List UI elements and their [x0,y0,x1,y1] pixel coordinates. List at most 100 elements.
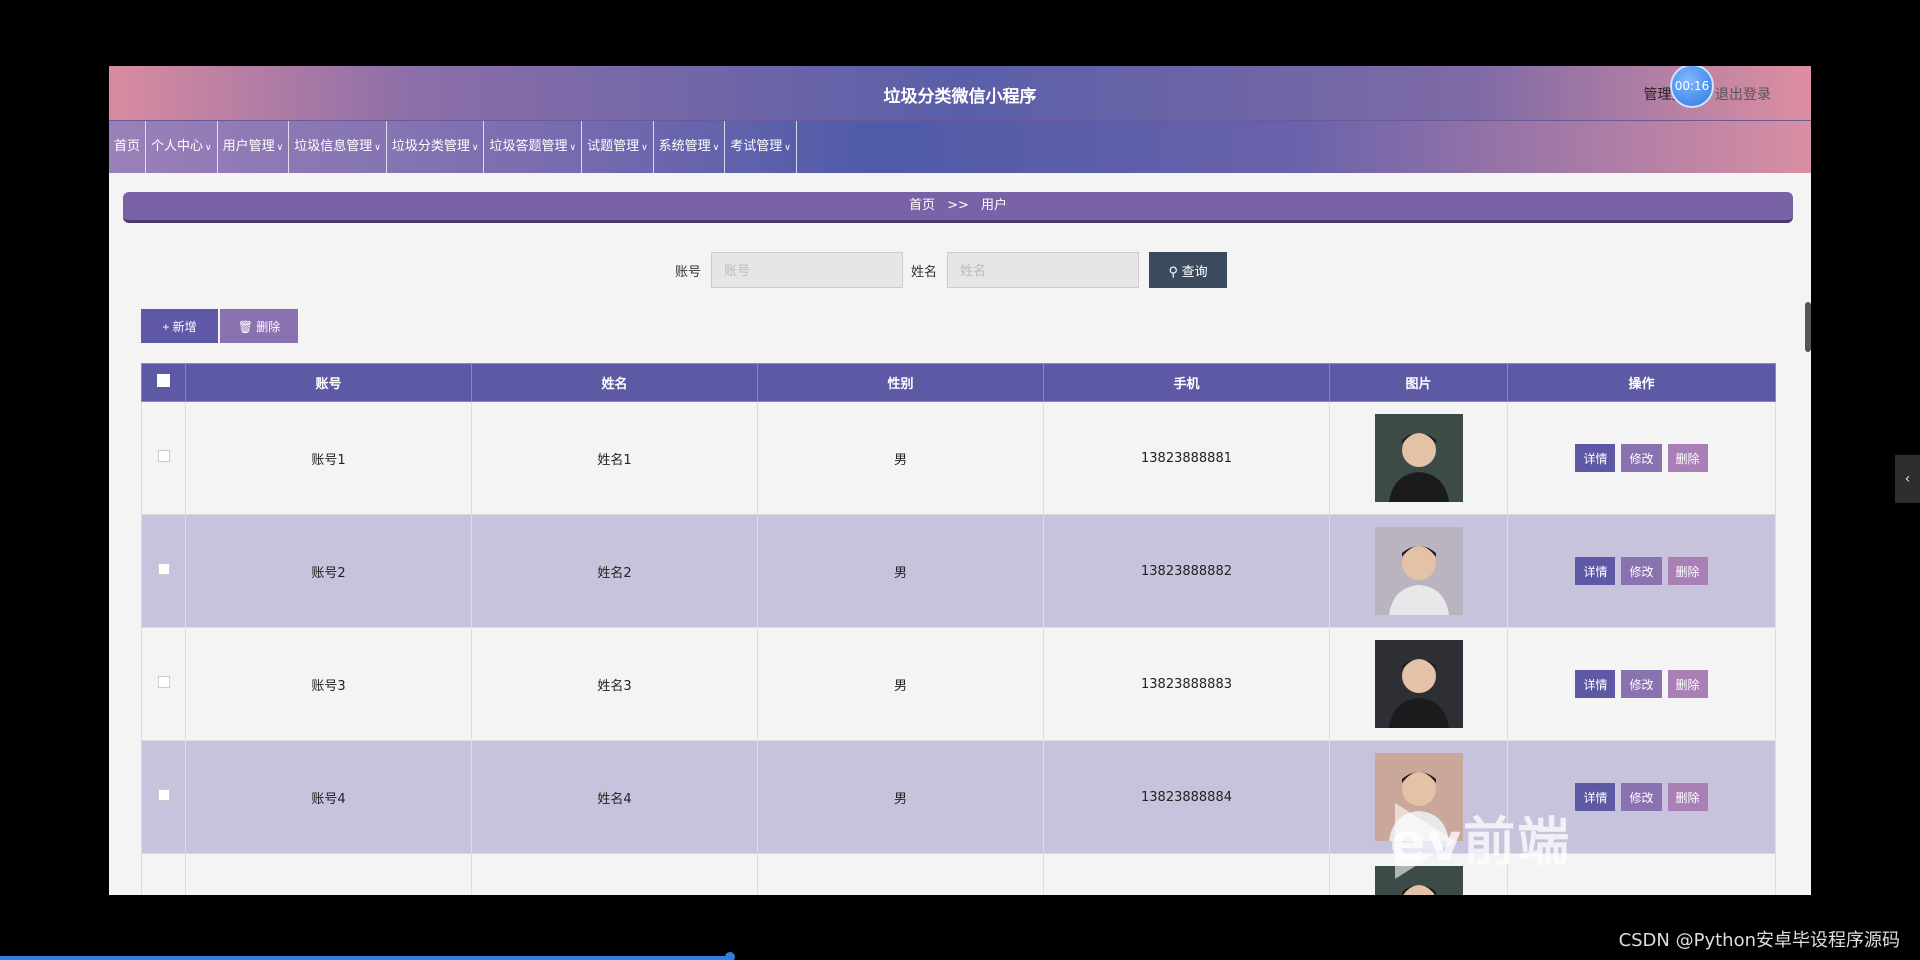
nav-item[interactable]: 个人中心 ∨ [146,121,218,173]
chevron-down-icon: ∨ [784,143,791,153]
phone-cell: 13823888881 [1043,401,1330,515]
trash-icon: 🗑 [237,319,253,334]
row-checkbox[interactable] [157,563,170,575]
row-select-cell [141,853,186,895]
name-label: 姓名 [911,264,938,280]
main-nav: 首页 个人中心 ∨ 用户管理 ∨ 垃圾信息管理 ∨ 垃圾分类管理 ∨ 垃圾答题管理 ∨ 试题管理 ∨ 系统… [109,121,1811,173]
app-title: 垃圾分类微信小程序 [883,87,1037,107]
select-all-checkbox[interactable] [157,374,170,387]
chevron-down-icon: ∨ [712,143,720,153]
nav-item[interactable]: 首页 [109,121,147,173]
detail-button[interactable]: 详情 [1575,783,1616,811]
nav-item[interactable]: 系统管理 ∨ [654,121,726,173]
column-header: 性别 [757,363,1044,402]
chevron-down-icon: ∨ [374,143,381,153]
account-cell [185,853,472,895]
account-search-input[interactable] [711,252,904,288]
gender-cell: 男 [757,401,1044,515]
video-watermark: ev前端 [1390,813,1572,873]
chevron-down-icon: ∨ [205,143,212,153]
account-cell: 账号3 [185,627,472,741]
account-cell: 账号1 [185,401,472,515]
search-icon: ⚲ [1168,263,1178,279]
batch-delete-button[interactable]: 🗑 删除 [220,309,298,343]
side-panel-toggle[interactable]: ‹ [1895,455,1920,503]
nav-item[interactable]: 考试管理 ∨ [725,121,797,173]
name-cell: 姓名2 [471,514,758,628]
app-window: 垃圾分类微信小程序 管理员 a 退出登录 00:16 首页个人中心∨用户管理∨垃… [109,66,1811,895]
search-form: 账号 姓名 ⚲ 查询 [675,252,1228,288]
add-button-label: 新增 [172,319,197,334]
nav-item-label: 考试管理 [730,139,783,154]
query-button[interactable]: ⚲ 查询 [1149,252,1228,288]
detail-button[interactable]: 详情 [1575,557,1616,585]
breadcrumb-home[interactable]: 首页 [909,198,935,213]
name-cell: 姓名3 [471,627,758,741]
page-scrollbar[interactable] [1805,302,1811,352]
nav-item-label: 垃圾答题管理 [489,139,568,154]
detail-button[interactable]: 详情 [1575,444,1616,472]
action-toolbar: + 新增 🗑 删除 [141,309,298,343]
column-header: 账号 [185,363,472,402]
account-label: 账号 [675,264,702,280]
logout-link[interactable]: 退出登录 [1715,87,1771,103]
query-button-label: 查询 [1181,263,1208,279]
operations-cell: 详情 修改 删除 [1507,514,1776,628]
row-select-cell [141,627,186,741]
table-row: 账号1 姓名1 男 13823888881 详情 修改 删除 [141,401,1776,515]
photo-cell [1329,401,1508,515]
phone-cell: 13823888884 [1043,740,1330,854]
photo-cell [1329,514,1508,628]
chevron-down-icon: ∨ [641,143,648,153]
name-cell: 姓名1 [471,401,758,515]
edit-button[interactable]: 修改 [1621,557,1662,585]
table-header-row: 账号 姓名 性别 手机 图片 操作 [141,363,1776,402]
nav-item[interactable]: 用户管理 ∨ [218,121,290,173]
nav-item[interactable]: 垃圾信息管理 ∨ [289,121,387,173]
add-button[interactable]: + 新增 [141,309,218,343]
gender-cell [757,853,1044,895]
name-cell [471,853,758,895]
delete-button[interactable]: 删除 [1667,783,1708,811]
gender-cell: 男 [757,740,1044,854]
delete-button[interactable]: 删除 [1667,670,1708,698]
delete-button[interactable]: 删除 [1667,444,1708,472]
user-photo [1374,527,1463,615]
nav-item-label: 个人中心 [151,139,204,154]
nav-item[interactable]: 垃圾分类管理 ∨ [387,121,485,173]
column-header: 操作 [1507,363,1776,402]
account-cell: 账号2 [185,514,472,628]
breadcrumb: 首页 >> 用户 [123,192,1793,223]
nav-item-label: 试题管理 [587,139,640,154]
operations-cell: 详情 修改 删除 [1507,401,1776,515]
row-select-cell [141,740,186,854]
video-progress-handle[interactable] [724,952,735,960]
account-cell: 账号4 [185,740,472,854]
nav-item[interactable]: 垃圾答题管理 ∨ [484,121,583,173]
row-select-cell [141,514,186,628]
photo-cell [1329,627,1508,741]
name-search-input[interactable] [947,252,1140,288]
operations-cell: 详情 修改 删除 [1507,627,1776,741]
detail-button[interactable]: 详情 [1575,670,1616,698]
gender-cell: 男 [757,627,1044,741]
nav-item[interactable]: 试题管理 ∨ [582,121,654,173]
edit-button[interactable]: 修改 [1621,783,1662,811]
select-all-cell [141,363,186,402]
row-checkbox[interactable] [157,676,170,688]
user-photo [1374,414,1463,502]
plus-icon: + [162,319,170,334]
edit-button[interactable]: 修改 [1621,444,1662,472]
nav-item-label: 首页 [114,139,141,154]
edit-button[interactable]: 修改 [1621,670,1662,698]
delete-button[interactable]: 删除 [1667,557,1708,585]
video-progress-bar[interactable] [0,956,730,960]
user-photo [1374,640,1463,728]
row-checkbox[interactable] [157,789,170,801]
table-row: 账号2 姓名2 男 13823888882 详情 修改 删除 [141,514,1776,628]
row-select-cell [141,401,186,515]
row-checkbox[interactable] [157,450,170,462]
nav-item-label: 垃圾分类管理 [391,139,470,154]
chevron-down-icon: ∨ [471,143,479,153]
recording-timer: 00:16 [1670,66,1714,108]
